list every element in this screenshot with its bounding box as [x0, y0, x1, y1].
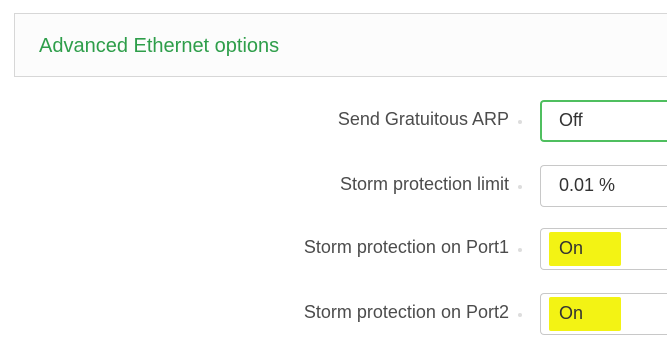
storm-protection-port1-value: On [559, 238, 584, 258]
row-dot-icon [518, 185, 522, 189]
storm-protection-port1-select[interactable]: On [540, 228, 667, 270]
row-storm-protection-port1: Storm protection on Port1 On [0, 228, 667, 270]
send-gratuitous-arp-label: Send Gratuitous ARP [337, 109, 509, 129]
storm-protection-port2-value: On [559, 303, 584, 323]
row-storm-protection-limit: Storm protection limit 0.01 % [0, 165, 667, 207]
storm-protection-port2-select[interactable]: On [540, 293, 667, 335]
row-storm-protection-port2: Storm protection on Port2 On [0, 293, 667, 335]
page: Advanced Ethernet options Send Gratuitou… [0, 0, 667, 340]
row-dot-icon [518, 248, 522, 252]
send-gratuitous-arp-value: Off [559, 110, 583, 130]
send-gratuitous-arp-select[interactable]: Off [540, 100, 667, 142]
section-title: Advanced Ethernet options [39, 35, 280, 57]
storm-protection-port1-label: Storm protection on Port1 [303, 237, 509, 257]
storm-protection-limit-select[interactable]: 0.01 % [540, 165, 667, 207]
storm-protection-limit-value: 0.01 % [559, 175, 616, 195]
row-send-gratuitous-arp: Send Gratuitous ARP Off [0, 100, 667, 142]
storm-protection-port2-label: Storm protection on Port2 [303, 302, 509, 322]
row-dot-icon [518, 313, 522, 317]
section-header[interactable]: Advanced Ethernet options [14, 13, 667, 77]
storm-protection-limit-label: Storm protection limit [339, 174, 509, 194]
row-dot-icon [518, 120, 522, 124]
